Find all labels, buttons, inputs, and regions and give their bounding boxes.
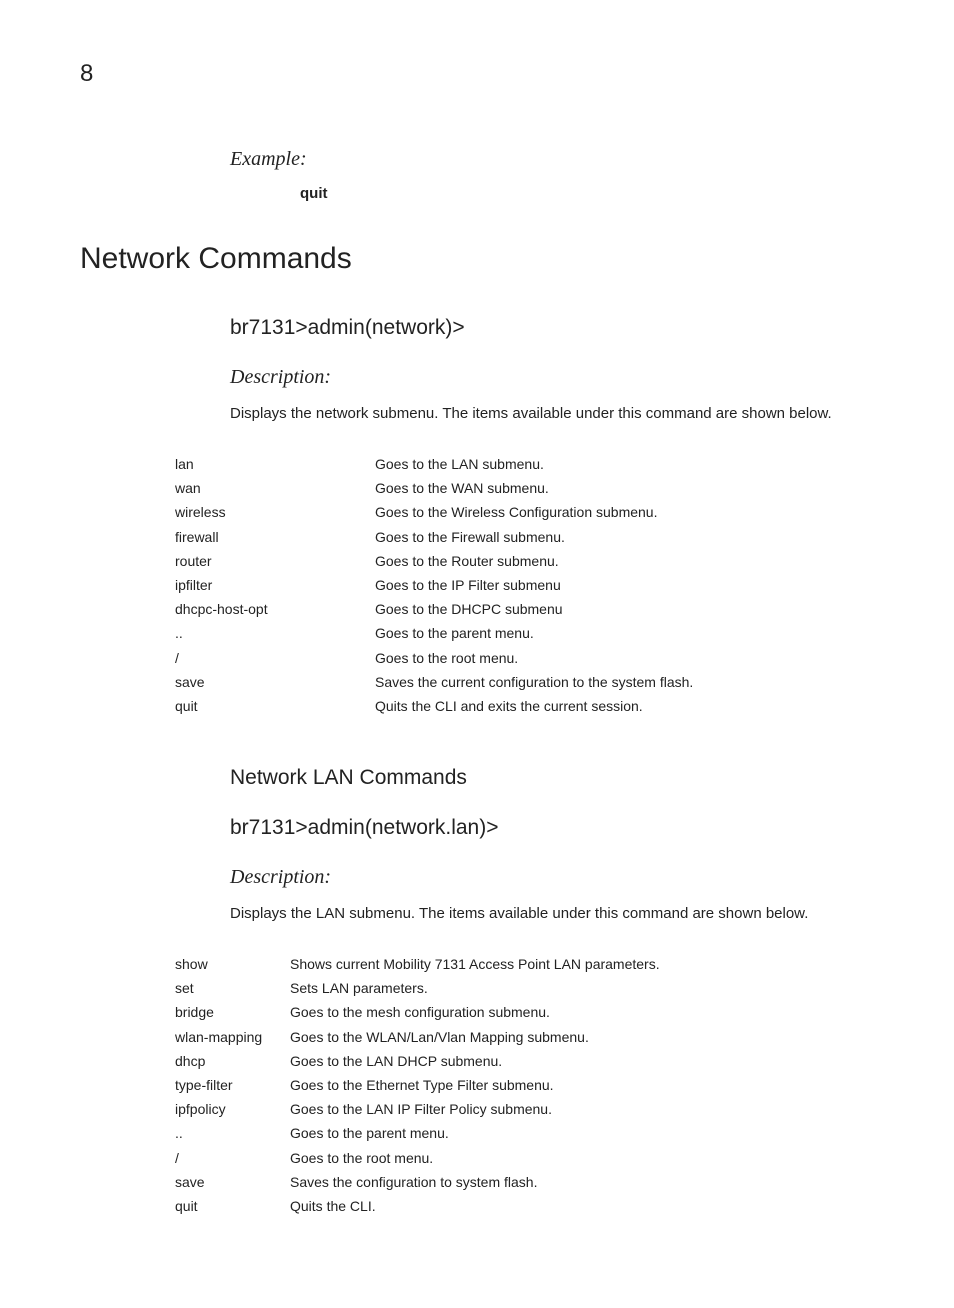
command-desc: Goes to the LAN DHCP submenu. [290,1049,874,1073]
section-network-lan: Network LAN Commands br7131>admin(networ… [230,766,874,924]
command-desc: Goes to the LAN IP Filter Policy submenu… [290,1097,874,1121]
table-row: setSets LAN parameters. [175,976,874,1000]
command-table-network-lan: showShows current Mobility 7131 Access P… [175,952,874,1218]
prompt-network-lan: br7131>admin(network.lan)> [230,816,874,840]
command-name: router [175,549,375,573]
command-desc: Goes to the Router submenu. [375,549,874,573]
command-desc: Quits the CLI. [290,1194,874,1218]
command-name: ipfpolicy [175,1097,290,1121]
prompt-network: br7131>admin(network)> [230,316,874,340]
table-row: saveSaves the configuration to system fl… [175,1170,874,1194]
table-row: type-filterGoes to the Ethernet Type Fil… [175,1073,874,1097]
description-text: Displays the network submenu. The items … [230,403,874,424]
document-page: 8 Example: quit Network Commands br7131>… [0,0,954,1308]
command-desc: Goes to the Firewall submenu. [375,525,874,549]
command-name: bridge [175,1000,290,1024]
command-desc: Saves the configuration to system flash. [290,1170,874,1194]
command-name: .. [175,621,375,645]
table-row: ipfilterGoes to the IP Filter submenu [175,573,874,597]
table-row: ..Goes to the parent menu. [175,1121,874,1145]
command-name: lan [175,452,375,476]
command-desc: Goes to the root menu. [375,646,874,670]
command-desc: Goes to the parent menu. [290,1121,874,1145]
table-row: routerGoes to the Router submenu. [175,549,874,573]
description-text: Displays the LAN submenu. The items avai… [230,903,874,924]
table-row: bridgeGoes to the mesh configuration sub… [175,1000,874,1024]
table-row: quitQuits the CLI and exits the current … [175,694,874,718]
table-row: wlan-mappingGoes to the WLAN/Lan/Vlan Ma… [175,1025,874,1049]
section-title-network-commands: Network Commands [80,242,874,276]
command-table: lanGoes to the LAN submenu. wanGoes to t… [175,452,874,718]
command-name: save [175,670,375,694]
example-block: Example: quit [230,148,874,242]
section-network: br7131>admin(network)> Description: Disp… [230,316,874,424]
command-name: ipfilter [175,573,375,597]
table-row: ipfpolicyGoes to the LAN IP Filter Polic… [175,1097,874,1121]
command-desc: Goes to the Ethernet Type Filter submenu… [290,1073,874,1097]
command-desc: Saves the current configuration to the s… [375,670,874,694]
command-name: firewall [175,525,375,549]
table-row: wirelessGoes to the Wireless Configurati… [175,500,874,524]
command-name: dhcp [175,1049,290,1073]
table-row: /Goes to the root menu. [175,1146,874,1170]
command-name: quit [175,694,375,718]
command-desc: Goes to the Wireless Configuration subme… [375,500,874,524]
command-name: / [175,1146,290,1170]
command-desc: Goes to the IP Filter submenu [375,573,874,597]
table-row: wanGoes to the WAN submenu. [175,476,874,500]
command-table: showShows current Mobility 7131 Access P… [175,952,874,1218]
page-number: 8 [80,60,874,88]
command-desc: Goes to the WLAN/Lan/Vlan Mapping submen… [290,1025,874,1049]
table-row: lanGoes to the LAN submenu. [175,452,874,476]
example-heading: Example: [230,148,874,171]
command-desc: Goes to the mesh configuration submenu. [290,1000,874,1024]
command-name: save [175,1170,290,1194]
command-name: set [175,976,290,1000]
description-heading: Description: [230,366,874,389]
description-heading: Description: [230,866,874,889]
table-row: firewallGoes to the Firewall submenu. [175,525,874,549]
command-table-network: lanGoes to the LAN submenu. wanGoes to t… [175,452,874,718]
command-name: wan [175,476,375,500]
example-code: quit [300,185,328,202]
table-row: saveSaves the current configuration to t… [175,670,874,694]
table-row: showShows current Mobility 7131 Access P… [175,952,874,976]
command-desc: Shows current Mobility 7131 Access Point… [290,952,874,976]
command-name: quit [175,1194,290,1218]
table-row: ..Goes to the parent menu. [175,621,874,645]
command-name: .. [175,1121,290,1145]
command-name: wlan-mapping [175,1025,290,1049]
command-desc: Goes to the DHCPC submenu [375,597,874,621]
command-desc: Quits the CLI and exits the current sess… [375,694,874,718]
command-desc: Sets LAN parameters. [290,976,874,1000]
command-name: wireless [175,500,375,524]
subheading-lan-commands: Network LAN Commands [230,766,874,790]
command-desc: Goes to the LAN submenu. [375,452,874,476]
table-row: quitQuits the CLI. [175,1194,874,1218]
command-name: dhcpc-host-opt [175,597,375,621]
command-desc: Goes to the parent menu. [375,621,874,645]
table-row: dhcpGoes to the LAN DHCP submenu. [175,1049,874,1073]
command-desc: Goes to the root menu. [290,1146,874,1170]
command-name: type-filter [175,1073,290,1097]
command-desc: Goes to the WAN submenu. [375,476,874,500]
table-row: dhcpc-host-optGoes to the DHCPC submenu [175,597,874,621]
command-name: / [175,646,375,670]
table-row: /Goes to the root menu. [175,646,874,670]
command-name: show [175,952,290,976]
